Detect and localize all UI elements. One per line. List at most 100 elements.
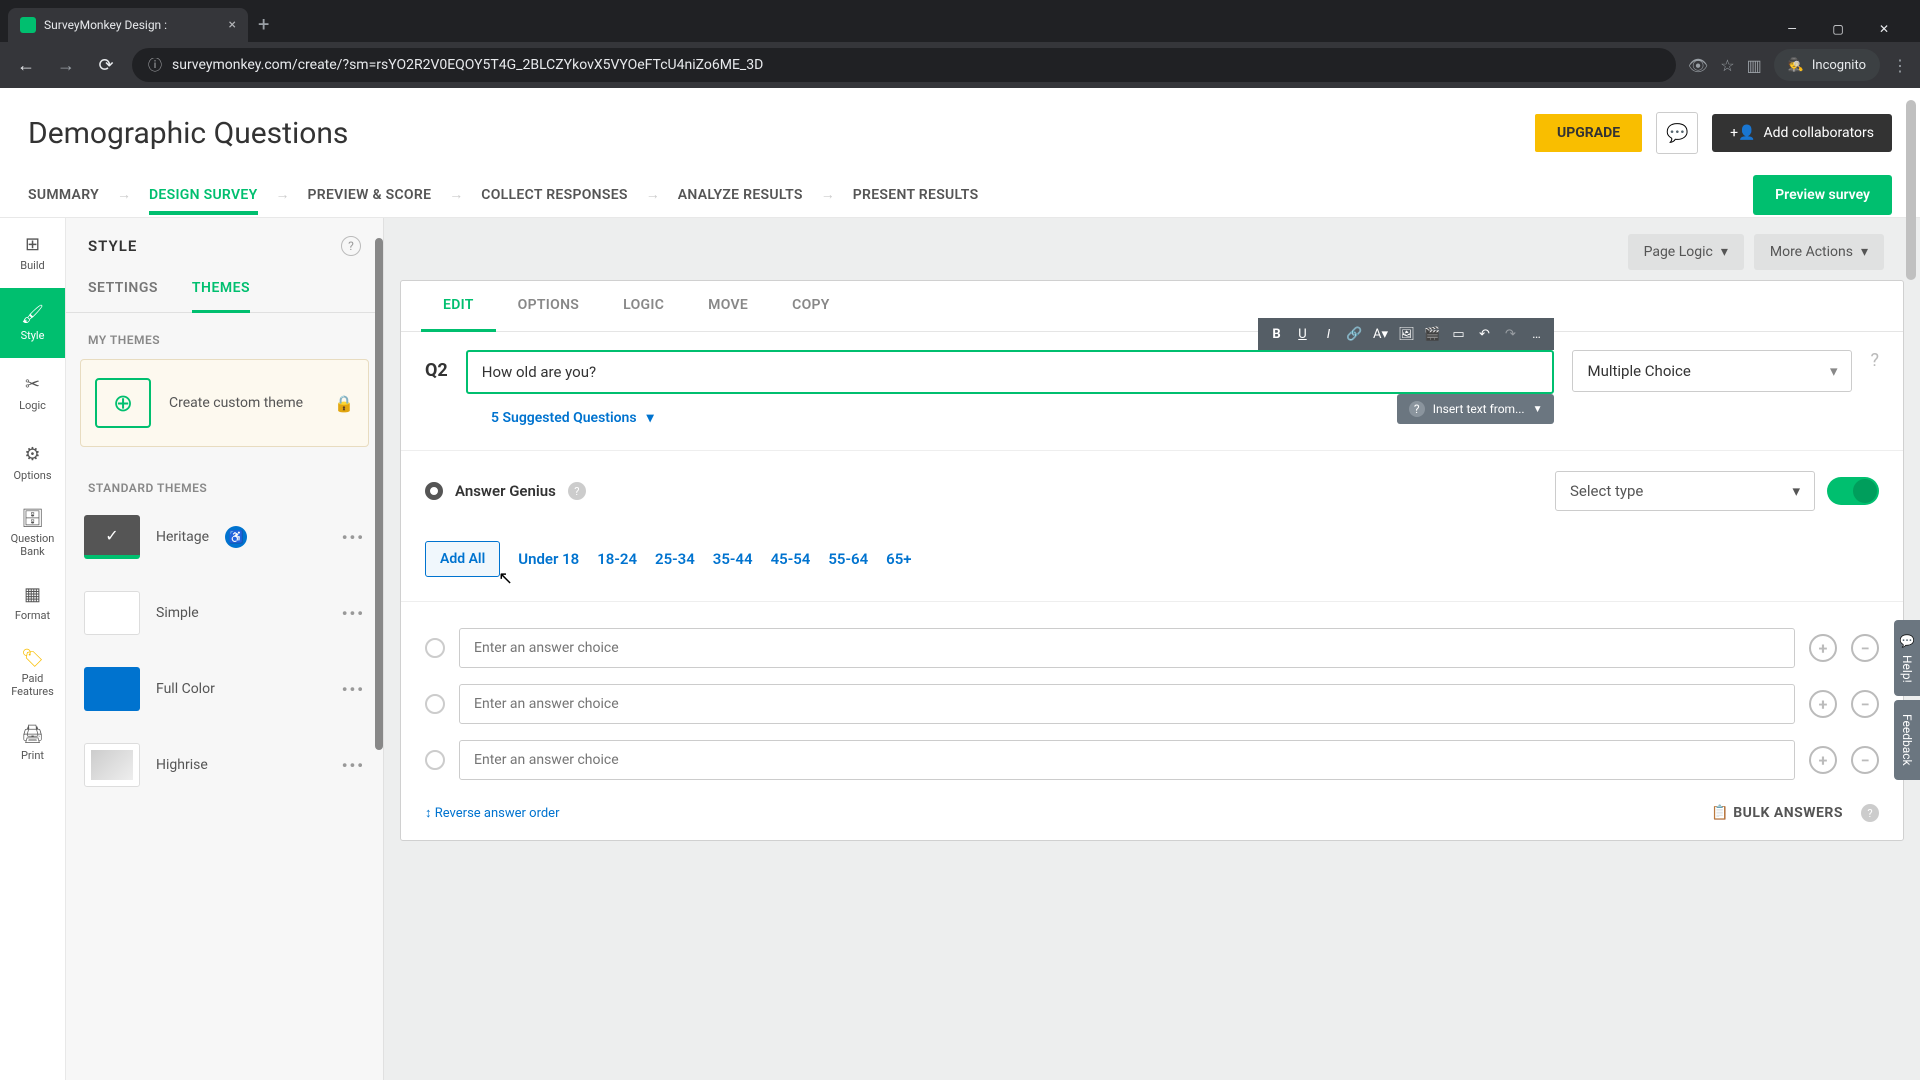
add-choice-button[interactable]: + xyxy=(1809,690,1837,718)
help-icon[interactable]: ? xyxy=(1861,804,1879,822)
image-icon[interactable]: 🖼 xyxy=(1394,322,1418,346)
minimize-icon[interactable]: ― xyxy=(1780,22,1804,36)
close-tab-icon[interactable]: × xyxy=(229,17,236,33)
more-icon[interactable]: ••• xyxy=(342,680,365,699)
rail-format[interactable]: ▦Format xyxy=(0,568,65,638)
new-tab-button[interactable]: + xyxy=(248,12,279,42)
link-icon[interactable]: 🔗 xyxy=(1342,322,1366,346)
upgrade-button[interactable]: UPGRADE xyxy=(1535,114,1642,152)
nav-summary[interactable]: SUMMARY xyxy=(28,175,99,215)
add-choice-button[interactable]: + xyxy=(1809,634,1837,662)
menu-icon[interactable]: ⋮ xyxy=(1892,56,1908,75)
comments-button[interactable]: 💬 xyxy=(1656,112,1698,154)
survey-title[interactable]: Demographic Questions xyxy=(28,116,348,151)
remove-choice-button[interactable]: − xyxy=(1851,690,1879,718)
suggested-questions-dropdown[interactable]: 5 Suggested Questions ▾ xyxy=(491,410,1879,426)
more-icon[interactable]: ••• xyxy=(342,756,365,775)
scrollbar-thumb[interactable] xyxy=(1906,100,1916,280)
video-icon[interactable]: 🎬 xyxy=(1420,322,1444,346)
theme-heritage[interactable]: ✓ Heritage ♿ ••• xyxy=(80,507,369,567)
nav-design-survey[interactable]: DESIGN SURVEY xyxy=(149,175,258,215)
embed-icon[interactable]: ▭ xyxy=(1446,322,1470,346)
undo-icon[interactable]: ↶ xyxy=(1472,322,1496,346)
qtab-logic[interactable]: LOGIC xyxy=(601,281,686,331)
nav-collect[interactable]: COLLECT RESPONSES xyxy=(481,175,628,215)
eye-off-icon[interactable]: 👁 xyxy=(1688,56,1708,75)
rail-question-bank[interactable]: 🗄Question Bank xyxy=(0,498,65,568)
add-all-button[interactable]: Add All xyxy=(425,541,500,577)
bookmark-icon[interactable]: ☆ xyxy=(1720,56,1734,75)
reload-button[interactable]: ⟳ xyxy=(92,55,120,76)
rail-options[interactable]: ⚙Options xyxy=(0,428,65,498)
close-window-icon[interactable]: ✕ xyxy=(1872,22,1896,36)
chip-35-44[interactable]: 35-44 xyxy=(713,550,753,568)
help-floating-tab[interactable]: 💬Help! xyxy=(1894,620,1920,696)
font-icon[interactable]: A▾ xyxy=(1368,322,1392,346)
chip-55-64[interactable]: 55-64 xyxy=(828,550,868,568)
nav-analyze[interactable]: ANALYZE RESULTS xyxy=(678,175,803,215)
scrollbar[interactable] xyxy=(375,238,383,750)
chip-25-34[interactable]: 25-34 xyxy=(655,550,695,568)
rail-build[interactable]: ⊞Build xyxy=(0,218,65,288)
scrollbar-track[interactable] xyxy=(1904,96,1918,1080)
answer-choice-input[interactable] xyxy=(459,684,1795,724)
bulk-answers-link[interactable]: 📋 BULK ANSWERS xyxy=(1711,805,1843,821)
answer-choice-input[interactable] xyxy=(459,628,1795,668)
italic-icon[interactable]: I xyxy=(1316,322,1340,346)
site-info-icon[interactable]: ⓘ xyxy=(148,55,162,75)
more-icon[interactable]: ••• xyxy=(342,604,365,623)
qtab-copy[interactable]: COPY xyxy=(770,281,852,331)
underline-icon[interactable]: U xyxy=(1290,322,1314,346)
rail-style[interactable]: 🖌Style xyxy=(0,288,65,358)
insert-text-from-dropdown[interactable]: ? Insert text from... ▼ xyxy=(1397,394,1555,424)
answer-choice-input[interactable] xyxy=(459,740,1795,780)
qtab-edit[interactable]: EDIT xyxy=(421,281,496,332)
side-panel-icon[interactable]: ▥ xyxy=(1747,56,1762,75)
theme-full-color[interactable]: Full Color ••• xyxy=(80,659,369,719)
subtab-settings[interactable]: SETTINGS xyxy=(88,266,158,312)
nav-preview-score[interactable]: PREVIEW & SCORE xyxy=(308,175,432,215)
answer-genius-radio[interactable] xyxy=(425,482,443,500)
question-text-input[interactable] xyxy=(466,350,1555,394)
more-actions-dropdown[interactable]: More Actions ▾ xyxy=(1754,234,1884,270)
rail-print[interactable]: 🖨Print xyxy=(0,708,65,778)
redo-icon[interactable]: ↷ xyxy=(1498,322,1522,346)
address-bar[interactable]: ⓘ surveymonkey.com/create/?sm=rsYO2R2V0E… xyxy=(132,48,1676,82)
rail-logic[interactable]: ✂Logic xyxy=(0,358,65,428)
chip-45-54[interactable]: 45-54 xyxy=(771,550,811,568)
help-icon[interactable]: ? xyxy=(1870,350,1879,371)
add-choice-button[interactable]: + xyxy=(1809,746,1837,774)
reverse-order-link[interactable]: ↕ Reverse answer order xyxy=(425,805,559,821)
theme-simple[interactable]: Simple ••• xyxy=(80,583,369,643)
question-type-dropdown[interactable]: Multiple Choice ▾ xyxy=(1572,350,1852,392)
answer-genius-toggle[interactable] xyxy=(1827,477,1879,505)
rail-paid-features[interactable]: 🏷Paid Features xyxy=(0,638,65,708)
add-collaborators-button[interactable]: +👤 Add collaborators xyxy=(1712,114,1892,152)
maximize-icon[interactable]: ▢ xyxy=(1826,22,1850,36)
chip-65-plus[interactable]: 65+ xyxy=(886,550,911,568)
page-logic-dropdown[interactable]: Page Logic ▾ xyxy=(1628,234,1744,270)
feedback-floating-tab[interactable]: Feedback xyxy=(1894,700,1920,780)
nav-present[interactable]: PRESENT RESULTS xyxy=(853,175,979,215)
back-button[interactable]: ← xyxy=(12,55,40,76)
more-icon[interactable]: ••• xyxy=(342,528,365,547)
qtab-move[interactable]: MOVE xyxy=(686,281,770,331)
select-type-dropdown[interactable]: Select type ▾ xyxy=(1555,471,1815,511)
chip-18-24[interactable]: 18-24 xyxy=(597,550,637,568)
help-icon[interactable]: ? xyxy=(568,482,586,500)
preview-survey-button[interactable]: Preview survey xyxy=(1753,175,1892,215)
radio-icon xyxy=(425,750,445,770)
help-icon[interactable]: ? xyxy=(341,236,361,256)
theme-highrise[interactable]: Highrise ••• xyxy=(80,735,369,795)
accessibility-icon[interactable]: ♿ xyxy=(225,526,247,548)
browser-tab[interactable]: SurveyMonkey Design : × xyxy=(8,8,248,42)
incognito-badge[interactable]: 🕵 Incognito xyxy=(1774,49,1880,81)
bold-icon[interactable]: B xyxy=(1264,322,1288,346)
create-custom-theme[interactable]: ⊕ Create custom theme 🔒 xyxy=(80,359,369,447)
more-icon[interactable]: … xyxy=(1524,322,1548,346)
subtab-themes[interactable]: THEMES xyxy=(192,266,250,313)
remove-choice-button[interactable]: − xyxy=(1851,746,1879,774)
chip-under-18[interactable]: Under 18 xyxy=(518,550,579,568)
qtab-options[interactable]: OPTIONS xyxy=(496,281,601,331)
remove-choice-button[interactable]: − xyxy=(1851,634,1879,662)
